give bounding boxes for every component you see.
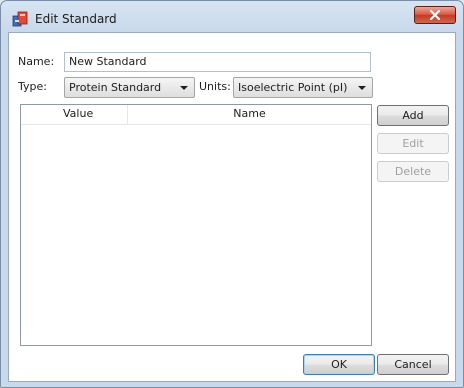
units-dropdown-value: Isoelectric Point (pI)	[238, 81, 348, 94]
units-label: Units:	[199, 80, 231, 93]
type-dropdown-value: Protein Standard	[69, 81, 162, 94]
window-title: Edit Standard	[35, 12, 117, 26]
column-header-name[interactable]: Name	[128, 105, 371, 124]
title-bar[interactable]: Edit Standard	[1, 1, 463, 31]
ok-button[interactable]: OK	[303, 354, 375, 375]
chevron-down-icon	[358, 86, 366, 90]
close-icon	[429, 10, 441, 20]
add-button[interactable]: Add	[377, 105, 449, 126]
name-input[interactable]: New Standard	[64, 52, 371, 72]
units-dropdown[interactable]: Isoelectric Point (pI)	[233, 77, 373, 98]
cancel-button[interactable]: Cancel	[377, 354, 449, 375]
edit-standard-dialog: Edit Standard Name: New Standard Type: P…	[0, 0, 464, 388]
standards-list[interactable]: Value Name	[20, 104, 372, 346]
close-button[interactable]	[414, 6, 456, 24]
chevron-down-icon	[180, 86, 188, 90]
delete-button[interactable]: Delete	[377, 161, 449, 182]
dialog-body: Name: New Standard Type: Protein Standar…	[8, 32, 456, 382]
column-header-value[interactable]: Value	[21, 105, 128, 124]
type-label: Type:	[18, 80, 47, 93]
list-header: Value Name	[21, 105, 371, 125]
edit-button[interactable]: Edit	[377, 133, 449, 154]
type-dropdown[interactable]: Protein Standard	[64, 77, 195, 98]
app-icon	[12, 11, 28, 27]
name-label: Name:	[18, 55, 55, 68]
